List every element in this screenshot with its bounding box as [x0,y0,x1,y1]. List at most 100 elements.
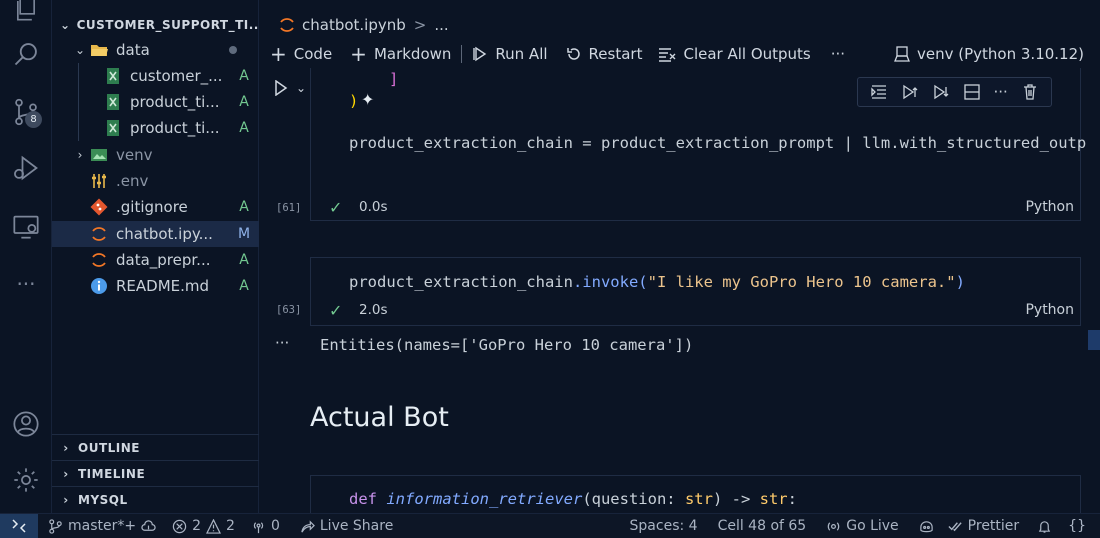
excel-file-icon [104,119,122,137]
tree-item-gitignore[interactable]: .gitignore A [52,194,259,220]
tree-item-file[interactable]: product_ti... A [52,115,259,141]
code-line: ] [389,70,399,88]
git-status-modified: M [237,226,251,242]
tree-item-env[interactable]: .env [52,168,259,194]
code-cell[interactable]: product_extraction_chain.invoke("I like … [310,257,1081,326]
root-folder-title: CUSTOMER_SUPPORT_TI... [76,18,264,32]
tree-item-venv[interactable]: › venv [52,142,259,168]
modified-dot [229,46,237,54]
git-branch[interactable]: master*+ [48,518,156,534]
cell-language[interactable]: Python [1025,199,1074,215]
add-markdown-cell-button[interactable]: + Markdown [350,44,451,64]
branch-icon [49,518,62,534]
restart-icon [566,48,580,60]
more-icon[interactable]: ··· [994,83,1008,101]
live-share-icon [301,519,315,532]
git-status-added: A [239,120,249,136]
ports-indicator[interactable]: 0 [251,518,280,534]
section-title: OUTLINE [78,440,140,455]
breadcrumb: chatbot.ipynb > ... [260,12,449,38]
markdown-heading[interactable]: Actual Bot [310,402,449,433]
search-icon[interactable] [10,38,42,70]
split-cell-icon[interactable] [963,83,981,101]
kernel-picker[interactable]: venv (Python 3.10.12) [894,45,1084,63]
git-status-added: A [239,94,249,110]
remote-indicator[interactable] [0,513,38,538]
chevron-right-icon: › [63,492,69,507]
chevron-down-icon[interactable]: ⌄ [296,81,306,95]
tree-item-label: README.md [116,277,210,295]
timeline-section[interactable]: › TIMELINE [52,460,259,486]
git-status-added: A [239,278,249,294]
execute-below-icon[interactable] [932,83,950,101]
success-check-icon: ✓ [329,301,343,320]
restart-button[interactable]: Restart [566,45,642,63]
chevron-right-icon: › [63,440,69,455]
chevron-right-icon: › [77,148,83,162]
info-icon [90,277,108,295]
run-cell-button[interactable]: ⌄ [274,80,306,96]
more-icon[interactable]: ··· [10,268,42,300]
go-live-button[interactable]: Go Live [826,518,899,534]
cloud-sync-icon [141,519,156,531]
execution-time: 2.0s [359,302,388,318]
notifications-button[interactable] [1037,519,1052,534]
tree-item-label: .env [116,172,149,190]
tree-item-data-prep[interactable]: data_prepr... A [52,247,259,273]
cell-language[interactable]: Python [1025,302,1074,318]
language-braces-button[interactable]: {} [1068,518,1086,534]
run-all-button[interactable]: Run All [472,45,548,63]
toolbar-divider [461,45,463,63]
tree-item-file[interactable]: product_ti... A [52,89,259,115]
run-debug-icon[interactable] [10,152,42,184]
tree-item-data[interactable]: ⌄ data [52,37,259,63]
jupyter-icon [278,16,296,34]
sparkle-icon[interactable]: ✦ [361,90,374,109]
breadcrumb-separator: > [413,16,427,34]
tree-item-chatbot[interactable]: chatbot.ipy... M [52,221,259,247]
tree-item-label: chatbot.ipy... [116,225,213,243]
run-by-line-icon[interactable] [870,83,888,101]
remote-icon [12,519,26,533]
tree-item-label: product_ti... [130,93,220,111]
jupyter-icon [90,225,108,243]
breadcrumb-file[interactable]: chatbot.ipynb [302,16,406,34]
double-check-icon [948,521,962,531]
settings-gear-icon[interactable] [10,464,42,496]
code-line: product_extraction_chain.invoke("I like … [349,273,965,291]
live-share-button[interactable]: Live Share [300,518,393,534]
scrollbar-marker[interactable] [1088,330,1100,350]
tree-item-label: data_prepr... [116,251,211,269]
git-icon [90,198,108,216]
more-actions-button[interactable]: ··· [831,45,845,63]
play-icon [275,80,288,96]
remote-explorer-icon[interactable] [10,210,42,242]
execution-count: [61] [276,202,302,214]
cell-position-indicator[interactable]: Cell 48 of 65 [718,518,807,534]
code-line: def information_retriever(question: str)… [349,490,797,508]
indentation-indicator[interactable]: Spaces: 4 [630,518,698,534]
problems-indicator[interactable]: 2 2 [172,518,235,534]
outline-section[interactable]: › OUTLINE [52,434,259,460]
error-icon [172,519,187,533]
add-code-cell-button[interactable]: + Code [270,44,332,64]
explorer-icon[interactable] [10,0,42,24]
tree-item-label: data [116,41,150,59]
tree-item-readme[interactable]: README.md A [52,273,259,299]
execute-above-icon[interactable] [901,83,919,101]
account-icon[interactable] [10,408,42,440]
delete-trash-icon[interactable] [1021,83,1039,101]
tree-item-file[interactable]: customer_... A [52,63,259,89]
explorer-root-header[interactable]: ⌄ CUSTOMER_SUPPORT_TI... [52,13,263,37]
breadcrumb-more[interactable]: ... [434,16,448,34]
mysql-section[interactable]: › MYSQL [52,486,259,512]
source-control-icon[interactable]: 8 [10,96,42,128]
copilot-button[interactable] [919,519,934,534]
output-menu-button[interactable]: ··· [275,334,289,352]
plus-icon: + [270,42,287,66]
execution-count: [63] [276,304,302,316]
prettier-button[interactable]: Prettier [948,518,1019,534]
chevron-right-icon: › [63,466,69,481]
clear-outputs-button[interactable]: Clear All Outputs [658,45,811,63]
code-cell[interactable]: def information_retriever(question: str)… [310,475,1081,515]
